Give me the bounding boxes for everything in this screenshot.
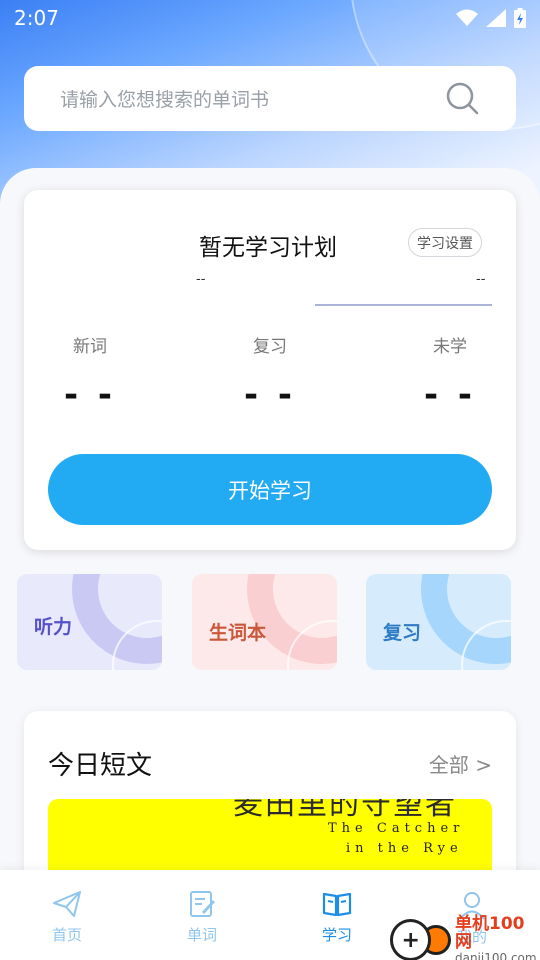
watermark: + 单机100网 danji100.com xyxy=(390,914,540,960)
study-plan-card: 暂无学习计划 学习设置 -- -- 新词 - - 复习 - - 未学 - - 开… xyxy=(24,190,516,550)
progress-right-value: -- xyxy=(476,272,486,287)
nav-label: 单词 xyxy=(186,926,217,944)
search-placeholder: 请输入您想搜索的单词书 xyxy=(60,89,270,111)
watermark-logo-icon: + xyxy=(390,919,432,960)
stat-label: 未学 xyxy=(433,337,467,357)
status-icons xyxy=(456,8,526,28)
stat-review: 复习 - - xyxy=(230,332,310,415)
progress-bar xyxy=(315,304,492,306)
battery-icon xyxy=(514,8,526,28)
tile-label: 生词本 xyxy=(209,622,267,644)
stat-value: - - xyxy=(63,375,117,415)
signal-icon xyxy=(486,9,506,27)
search-icon[interactable] xyxy=(446,82,480,116)
stat-label: 新词 xyxy=(73,337,107,357)
edit-note-icon xyxy=(190,891,215,917)
nav-label: 学习 xyxy=(321,926,352,944)
tile-vocabulary-book[interactable]: 生词本 xyxy=(192,574,337,670)
tile-review[interactable]: 复习 xyxy=(366,574,511,670)
progress-left-value: -- xyxy=(196,272,206,287)
tile-label: 复习 xyxy=(383,622,422,644)
nav-item-words[interactable]: 单词 xyxy=(162,890,242,945)
nav-item-study[interactable]: 学习 xyxy=(297,890,377,945)
wifi-icon xyxy=(456,9,478,26)
search-bar[interactable]: 请输入您想搜索的单词书 xyxy=(24,66,516,131)
study-settings-button[interactable]: 学习设置 xyxy=(408,228,482,257)
paper-plane-icon xyxy=(53,891,81,917)
cover-subtitle-line1: The Catcher xyxy=(328,821,465,836)
start-learning-button[interactable]: 开始学习 xyxy=(48,454,492,525)
cover-subtitle-line2: in the Rye xyxy=(346,841,463,856)
stat-label: 复习 xyxy=(253,337,287,357)
watermark-url: danji100.com xyxy=(454,950,537,960)
cover-title: 麦田里的守望者 xyxy=(233,799,457,822)
nav-item-home[interactable]: 首页 xyxy=(27,890,107,945)
status-time: 2:07 xyxy=(14,6,59,30)
stat-value: - - xyxy=(243,375,297,415)
stat-value: - - xyxy=(423,375,477,415)
view-all-link[interactable]: 全部 > xyxy=(429,749,492,778)
nav-label: 首页 xyxy=(51,926,82,944)
status-bar: 2:07 xyxy=(0,0,540,36)
tile-listening[interactable]: 听力 xyxy=(17,574,162,670)
open-book-icon xyxy=(322,892,352,917)
plan-title: 暂无学习计划 xyxy=(199,235,337,261)
watermark-name: 单机100网 xyxy=(454,914,525,952)
tile-label: 听力 xyxy=(34,616,73,638)
watermark-text: 单机100网 danji100.com xyxy=(454,914,540,960)
stat-unlearned: 未学 - - xyxy=(410,332,490,415)
article-section-title: 今日短文 xyxy=(48,751,153,781)
stat-new-words: 新词 - - xyxy=(50,332,130,415)
